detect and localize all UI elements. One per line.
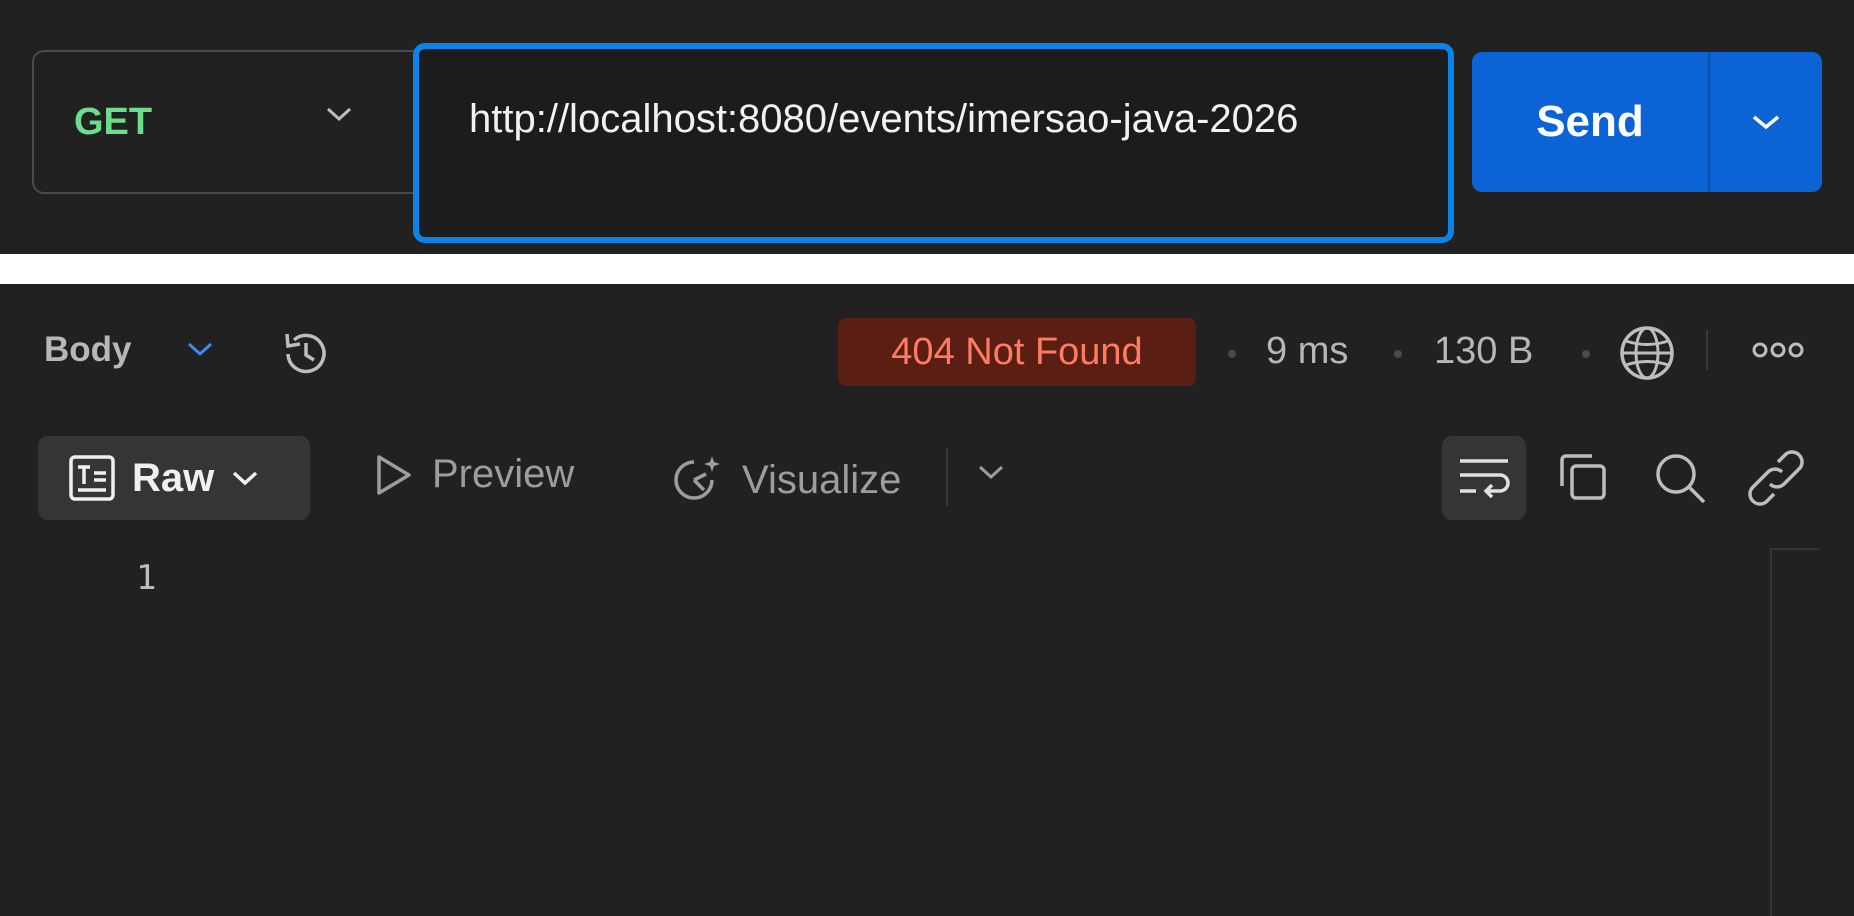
chevron-down-icon bbox=[326, 107, 352, 122]
wrap-lines-button[interactable] bbox=[1442, 436, 1526, 520]
url-input[interactable]: http://localhost:8080/events/imersao-jav… bbox=[413, 43, 1454, 243]
copy-icon[interactable] bbox=[1556, 450, 1610, 504]
url-text: http://localhost:8080/events/imersao-jav… bbox=[469, 97, 1299, 141]
tab-raw-label: Raw bbox=[132, 455, 215, 500]
status-badge[interactable]: 404 Not Found bbox=[838, 318, 1196, 386]
tab-visualize[interactable]: Visualize bbox=[668, 452, 901, 508]
send-options-button[interactable] bbox=[1710, 52, 1822, 192]
editor-scrollbar[interactable] bbox=[1770, 548, 1820, 916]
search-icon[interactable] bbox=[1652, 450, 1708, 506]
send-button[interactable]: Send bbox=[1472, 52, 1708, 192]
chevron-down-icon[interactable] bbox=[186, 340, 214, 358]
tab-preview[interactable]: Preview bbox=[374, 452, 574, 497]
history-icon[interactable] bbox=[278, 326, 334, 382]
method-select[interactable]: GET bbox=[32, 50, 422, 194]
more-icon[interactable] bbox=[1752, 340, 1804, 360]
response-time[interactable]: 9 ms bbox=[1266, 330, 1348, 373]
method-label: GET bbox=[74, 100, 153, 143]
link-icon[interactable] bbox=[1748, 450, 1804, 506]
body-selector-label[interactable]: Body bbox=[44, 330, 132, 370]
chevron-down-icon bbox=[1752, 115, 1780, 130]
chevron-down-icon bbox=[233, 471, 258, 486]
play-icon bbox=[377, 454, 411, 495]
tab-preview-label: Preview bbox=[432, 452, 575, 496]
wrap-lines-icon bbox=[1460, 459, 1510, 499]
raw-text-icon bbox=[69, 455, 115, 501]
tab-visualize-label: Visualize bbox=[742, 457, 902, 502]
response-size[interactable]: 130 B bbox=[1434, 330, 1533, 373]
meta-separator-dot bbox=[1582, 350, 1590, 358]
visualize-icon bbox=[674, 456, 720, 500]
meta-separator-dot bbox=[1394, 350, 1402, 358]
toolbar-divider bbox=[946, 448, 948, 506]
tab-raw[interactable]: Raw bbox=[38, 436, 310, 520]
meta-separator-dot bbox=[1228, 350, 1236, 358]
request-bar: GET http://localhost:8080/events/imersao… bbox=[0, 0, 1854, 254]
header-divider bbox=[1706, 330, 1708, 370]
globe-icon[interactable] bbox=[1618, 324, 1676, 382]
line-number: 1 bbox=[136, 558, 157, 598]
chevron-down-icon[interactable] bbox=[976, 462, 1006, 482]
